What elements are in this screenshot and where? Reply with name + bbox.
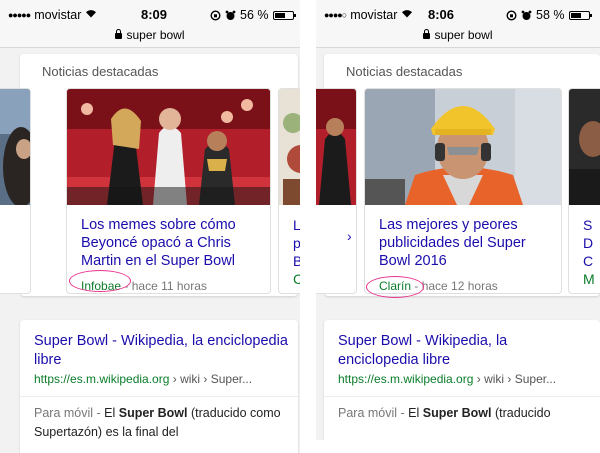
address-text: super bowl	[434, 28, 493, 42]
top-stories-header: Noticias destacadas	[42, 64, 159, 79]
alarm-icon	[225, 10, 236, 20]
wifi-icon	[85, 9, 97, 21]
news-card-next[interactable]: La pu Be Cl	[278, 88, 300, 294]
wifi-icon	[401, 9, 413, 21]
news-card-previous[interactable]	[0, 88, 31, 294]
peek-source: Cl	[293, 270, 300, 288]
news-card-image	[569, 89, 600, 205]
snippet-pre: El	[104, 406, 119, 420]
screenshot-right: ●●●●○ movistar 8:06 58 % super bowl Noti…	[316, 0, 600, 453]
lock-icon	[423, 29, 431, 39]
peek-headline-3: Be	[293, 252, 300, 270]
peek-headline-2: pu	[293, 234, 300, 252]
signal-dots-icon: ●●●●●	[8, 10, 31, 20]
result-title-link[interactable]: Super Bowl - Wikipedia, la enciclopedia …	[34, 332, 288, 370]
divider	[324, 396, 600, 397]
battery-percent: 56 %	[240, 8, 269, 22]
highlight-circle	[69, 270, 131, 292]
snippet-text: (traducido	[491, 406, 551, 420]
address-text: super bowl	[126, 28, 185, 42]
snippet-bold: Super Bowl	[118, 406, 188, 420]
battery-icon	[272, 10, 296, 20]
news-time: hace 11 horas	[131, 279, 207, 293]
signal-dots-icon: ●●●●○	[324, 10, 347, 20]
status-bar: ●●●●● movistar 8:09 56 %	[0, 0, 300, 28]
news-card-image	[316, 89, 356, 205]
rotation-lock-icon	[506, 9, 517, 21]
news-card-image	[67, 89, 270, 205]
highlight-circle	[366, 276, 424, 298]
news-card-image	[365, 89, 561, 205]
status-bar: ●●●●○ movistar 8:06 58 %	[316, 0, 600, 28]
result-title-link[interactable]: Super Bowl - Wikipedia, la enciclopedia …	[338, 332, 590, 370]
peek-source: M	[583, 271, 595, 287]
carrier-name: movistar	[350, 8, 398, 22]
news-card[interactable]: Las mejores y peores publicidades del Su…	[364, 88, 562, 294]
peek-headline-3: C	[583, 253, 594, 269]
top-stories-header: Noticias destacadas	[346, 64, 463, 79]
screenshot-left: ●●●●● movistar 8:09 56 % super bowl Noti…	[0, 0, 300, 453]
result-url-domain: https://es.m.wikipedia.org	[34, 372, 170, 386]
search-result: Super Bowl - Wikipedia, la enciclopedia …	[20, 320, 298, 453]
result-url: https://es.m.wikipedia.org › wiki › Supe…	[34, 372, 252, 386]
rotation-lock-icon	[210, 9, 221, 21]
snippet-prefix: Para móvil -	[338, 406, 409, 420]
result-url-path: › wiki › Super...	[473, 372, 557, 386]
result-snippet: Para móvil - El Super Bowl (traducido co…	[34, 404, 288, 442]
address-bar[interactable]: super bowl	[316, 28, 600, 48]
search-result: Super Bowl - Wikipedia, la enciclopedia …	[324, 320, 600, 453]
news-card-image	[279, 89, 300, 205]
snippet-pre: El	[408, 406, 423, 420]
news-time: hace 12 horas	[421, 279, 498, 293]
peek-headline-1: S	[583, 217, 593, 233]
news-headline[interactable]: Las mejores y peores publicidades del Su…	[379, 216, 553, 270]
battery-percent: 58 %	[536, 8, 565, 22]
alarm-icon	[521, 10, 532, 20]
peek-headline-2: D	[583, 235, 594, 251]
clock: 8:09	[141, 7, 168, 22]
result-snippet: Para móvil - El Super Bowl (traducido	[338, 404, 590, 423]
result-url-domain: https://es.m.wikipedia.org	[338, 372, 474, 386]
snippet-bold: Super Bowl	[422, 406, 492, 420]
news-headline[interactable]: Los memes sobre cómo Beyoncé opacó a Chr…	[81, 216, 262, 270]
news-card-image	[0, 89, 30, 205]
carrier-name: movistar	[34, 8, 82, 22]
lock-icon	[115, 29, 123, 39]
result-url-path: › wiki › Super...	[169, 372, 253, 386]
news-card[interactable]: Los memes sobre cómo Beyoncé opacó a Chr…	[66, 88, 271, 294]
battery-icon	[568, 10, 592, 20]
bottom-edge	[316, 440, 600, 453]
result-url: https://es.m.wikipedia.org › wiki › Supe…	[338, 372, 556, 386]
snippet-prefix: Para móvil -	[34, 406, 105, 420]
news-card-previous[interactable]: ›	[316, 88, 357, 294]
peek-headline-1: La	[293, 216, 300, 234]
news-card-next[interactable]: S D C M	[568, 88, 600, 294]
divider	[20, 396, 298, 397]
clock: 8:06	[428, 7, 455, 22]
address-bar[interactable]: super bowl	[0, 28, 300, 48]
